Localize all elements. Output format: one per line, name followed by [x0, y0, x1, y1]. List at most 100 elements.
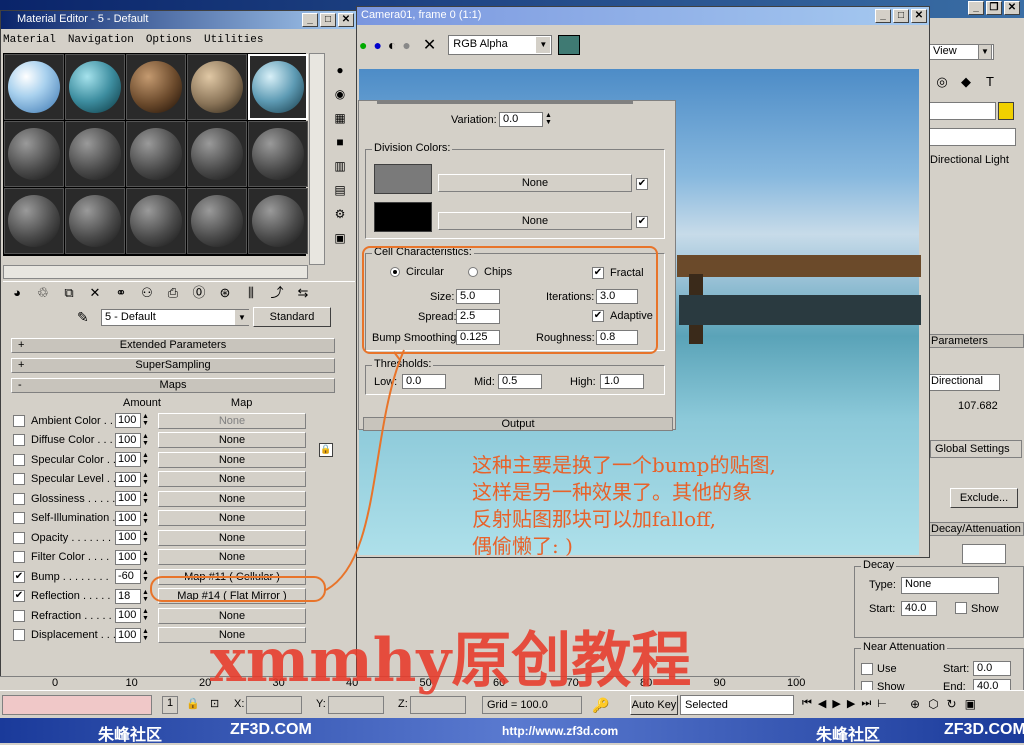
light-type-dropdown[interactable]: Directional: [928, 374, 1000, 391]
make-copy-icon[interactable]: ⚭: [111, 283, 131, 303]
map-amount-field[interactable]: -60: [115, 569, 141, 585]
spinner-icon[interactable]: ▲ ▼: [141, 433, 150, 448]
map-slot-button[interactable]: None: [158, 451, 306, 468]
utilities-icon[interactable]: T: [980, 72, 1000, 92]
map-enable-checkbox[interactable]: [13, 492, 25, 505]
sample-slot[interactable]: [65, 54, 125, 120]
go-to-parent-icon[interactable]: ⤴: [267, 283, 287, 303]
high-field[interactable]: 1.0: [600, 374, 644, 389]
make-unique-icon[interactable]: ⚇: [137, 283, 157, 303]
chevron-down-icon[interactable]: ▼: [536, 37, 551, 53]
go-to-start-icon[interactable]: ⏮: [802, 697, 812, 710]
decay-start-field[interactable]: 40.0: [901, 601, 937, 616]
spinner-icon[interactable]: ▲ ▼: [141, 491, 150, 506]
key-filter-dropdown[interactable]: Selected: [680, 695, 794, 715]
sample-slot[interactable]: [187, 121, 247, 187]
maximize-viewport-icon[interactable]: ▣: [965, 697, 976, 711]
supersampling-rollout[interactable]: + SuperSampling: [11, 358, 335, 373]
map-enable-checkbox[interactable]: [13, 434, 25, 447]
next-frame-icon[interactable]: ▶: [847, 697, 855, 710]
color-swatch-white[interactable]: [962, 544, 1006, 564]
background-checker-icon[interactable]: ▦: [331, 109, 349, 127]
show-map-icon[interactable]: ⊛: [215, 283, 235, 303]
key-mode-icon[interactable]: ⊢: [877, 697, 887, 710]
map-amount-field[interactable]: 100: [115, 627, 141, 643]
map-amount-field[interactable]: 100: [115, 452, 141, 468]
make-preview-icon[interactable]: ▤: [331, 181, 349, 199]
menu-navigation[interactable]: Navigation: [68, 34, 134, 49]
map-slot-button[interactable]: None: [158, 549, 306, 566]
sample-slot[interactable]: [65, 121, 125, 187]
sample-slot[interactable]: [126, 188, 186, 254]
mono-channel-icon[interactable]: ◐: [388, 37, 396, 53]
uv-tiling-icon[interactable]: ■: [331, 133, 349, 151]
material-id-icon[interactable]: ⓪: [189, 283, 209, 303]
maxscript-listener[interactable]: [2, 695, 152, 715]
spinner-icon[interactable]: ▲ ▼: [141, 550, 150, 565]
variation-spinner-icon[interactable]: ▲ ▼: [545, 112, 552, 126]
decay-type-select[interactable]: None: [901, 577, 999, 594]
lock-selection-icon[interactable]: 🔒: [186, 697, 200, 710]
map-amount-field[interactable]: 100: [115, 491, 141, 507]
pick-material-icon[interactable]: ✎: [77, 309, 89, 326]
chevron-down-icon[interactable]: ▼: [235, 310, 249, 325]
menu-options[interactable]: Options: [146, 34, 192, 49]
map-enable-checkbox[interactable]: [13, 531, 25, 544]
sample-slot[interactable]: [65, 188, 125, 254]
division-color-1-checkbox[interactable]: ✔: [636, 178, 648, 190]
division-color-1-map-button[interactable]: None: [438, 174, 632, 192]
map-enable-checkbox[interactable]: [13, 414, 25, 427]
map-amount-field[interactable]: 100: [115, 549, 141, 565]
spinner-icon[interactable]: ▲ ▼: [141, 628, 150, 643]
sample-slot[interactable]: [4, 188, 64, 254]
key-icon[interactable]: 🔑: [592, 697, 609, 714]
sample-slot[interactable]: [4, 121, 64, 187]
minimize-icon[interactable]: _: [968, 1, 984, 15]
extended-parameters-rollout[interactable]: + Extended Parameters: [11, 338, 335, 353]
modifier-stack-item[interactable]: Directional Light: [928, 154, 1016, 170]
map-enable-checkbox[interactable]: [13, 609, 25, 622]
spinner-icon[interactable]: ▲ ▼: [141, 530, 150, 545]
map-amount-field[interactable]: 100: [115, 471, 141, 487]
map-enable-checkbox[interactable]: [13, 473, 25, 486]
near-start-field[interactable]: 0.0: [973, 661, 1011, 676]
map-amount-field[interactable]: 100: [115, 432, 141, 448]
spinner-icon[interactable]: ▲ ▼: [141, 608, 150, 623]
map-slot-button[interactable]: None: [158, 510, 306, 527]
play-icon[interactable]: ▶: [832, 697, 840, 710]
map-slot-button[interactable]: None: [158, 432, 306, 449]
sample-slot-selected[interactable]: [248, 54, 308, 120]
map-amount-field[interactable]: 100: [115, 608, 141, 624]
minimize-icon[interactable]: _: [302, 13, 318, 27]
blue-channel-icon[interactable]: ●: [373, 37, 381, 53]
output-rollout[interactable]: Output: [363, 417, 673, 431]
previous-frame-icon[interactable]: ◀: [818, 697, 826, 710]
sample-type-icon[interactable]: ●: [331, 61, 349, 79]
map-enable-checkbox[interactable]: [13, 629, 25, 642]
map-enable-checkbox[interactable]: [13, 512, 25, 525]
spinner-icon[interactable]: ▲ ▼: [141, 511, 150, 526]
division-color-2-checkbox[interactable]: ✔: [636, 216, 648, 228]
low-field[interactable]: 0.0: [402, 374, 446, 389]
channel-dropdown[interactable]: RGB Alpha ▼: [448, 35, 553, 55]
slots-horizontal-scrollbar[interactable]: [3, 265, 308, 279]
decay-attenuation-rollout[interactable]: Decay/Attenuation: [928, 522, 1024, 536]
chevron-down-icon[interactable]: ▼: [978, 44, 992, 60]
get-material-icon[interactable]: ◕: [7, 283, 27, 303]
close-icon[interactable]: ✕: [1004, 1, 1020, 15]
mid-field[interactable]: 0.5: [498, 374, 542, 389]
close-icon[interactable]: ✕: [911, 9, 927, 23]
division-color-1-swatch[interactable]: [374, 164, 432, 194]
lock-icon[interactable]: 🔒: [319, 443, 333, 457]
map-enable-checkbox[interactable]: [13, 551, 25, 564]
exclude-button[interactable]: Exclude...: [950, 488, 1018, 508]
delete-icon[interactable]: ✕: [85, 283, 105, 303]
spinner-icon[interactable]: ▲ ▼: [141, 589, 150, 604]
show-end-result-icon[interactable]: ⫼: [241, 283, 261, 303]
put-to-scene-icon[interactable]: ♲: [33, 283, 53, 303]
map-enable-checkbox[interactable]: ✔: [13, 570, 25, 583]
sample-slot[interactable]: [187, 188, 247, 254]
alpha-channel-icon[interactable]: ●: [402, 37, 410, 53]
division-color-2-swatch[interactable]: [374, 202, 432, 232]
global-settings-button[interactable]: Global Settings: [930, 440, 1022, 458]
